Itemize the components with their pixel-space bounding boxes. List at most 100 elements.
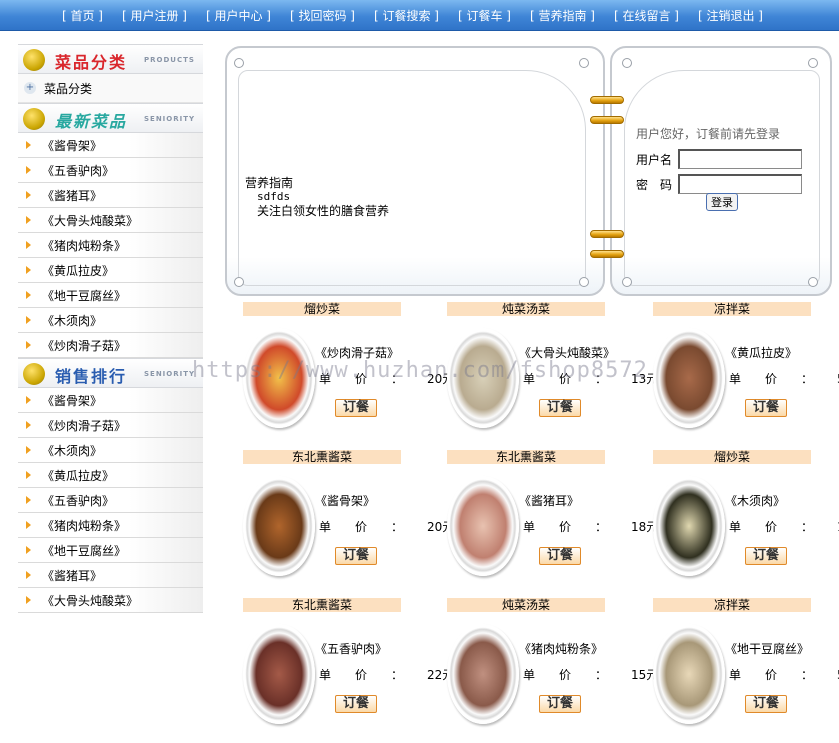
arrow-right-icon xyxy=(26,166,31,174)
nav-find-password[interactable]: [ 找回密码 ] xyxy=(290,7,355,24)
dish-name[interactable]: 《酱猪耳》 xyxy=(519,492,579,509)
sales-rank-item[interactable]: 《黄瓜拉皮》 xyxy=(18,463,203,488)
latest-dish-item[interactable]: 《猪肉炖粉条》 xyxy=(18,233,203,258)
binder-hole-icon xyxy=(234,58,244,68)
category-header-subtitle: PRODUCTS xyxy=(144,56,195,64)
binder-hole-icon xyxy=(808,277,818,287)
dish-image[interactable] xyxy=(447,624,519,724)
dish-image[interactable] xyxy=(447,476,519,576)
news-line[interactable]: 关注白领女性的膳食营养 xyxy=(245,204,389,218)
dish-price: 单价：15元 xyxy=(523,666,658,683)
latest-dish-item[interactable]: 《炒肉滑子菇》 xyxy=(18,333,203,358)
arrow-right-icon xyxy=(26,316,31,324)
dish-image[interactable] xyxy=(243,624,315,724)
sidebar-item-label: 菜品分类 xyxy=(44,81,93,96)
sales-rank-item[interactable]: 《地干豆腐丝》 xyxy=(18,538,203,563)
dish-category: 炖菜汤菜 xyxy=(447,302,605,316)
order-button[interactable]: 订餐 xyxy=(335,695,377,713)
sidebar-item-category[interactable]: + 菜品分类 xyxy=(18,74,203,103)
dish-card: 凉拌菜《黄瓜拉皮》单价：5元订餐 xyxy=(653,302,839,442)
sidebar-item-label: 《五香驴肉》 xyxy=(42,163,115,178)
order-button[interactable]: 订餐 xyxy=(745,399,787,417)
binder-hole-icon xyxy=(579,277,589,287)
latest-dish-item[interactable]: 《黄瓜拉皮》 xyxy=(18,258,203,283)
password-row: 密 码 xyxy=(636,174,802,194)
sales-rank-item[interactable]: 《酱猪耳》 xyxy=(18,563,203,588)
sales-rank-item[interactable]: 《酱骨架》 xyxy=(18,388,203,413)
order-button[interactable]: 订餐 xyxy=(539,547,581,565)
nav-nutrition-guide[interactable]: [ 营养指南 ] xyxy=(530,7,595,24)
dish-name[interactable]: 《大骨头炖酸菜》 xyxy=(519,344,615,361)
nav-guestbook[interactable]: [ 在线留言 ] xyxy=(614,7,679,24)
dish-name[interactable]: 《木须肉》 xyxy=(725,492,785,509)
sidebar-item-label: 《酱骨架》 xyxy=(42,138,103,153)
arrow-right-icon xyxy=(26,596,31,604)
order-button[interactable]: 订餐 xyxy=(539,695,581,713)
dish-card: 东北熏酱菜 《五香驴肉》 单价：22元 订餐 xyxy=(243,598,454,738)
arrow-right-icon xyxy=(26,496,31,504)
latest-list: 《酱骨架》《五香驴肉》《酱猪耳》《大骨头炖酸菜》《猪肉炖粉条》 《黄瓜拉皮》 《地干… xyxy=(18,133,203,358)
latest-dish-item[interactable]: 《地干豆腐丝》 xyxy=(18,283,203,308)
arrow-right-icon xyxy=(26,266,31,274)
dish-name[interactable]: 《炒肉滑子菇》 xyxy=(315,344,399,361)
binder-hole-icon xyxy=(234,277,244,287)
arrow-right-icon xyxy=(26,341,31,349)
sales-header-subtitle: SENIORITY xyxy=(144,370,196,378)
price-label: 单价： xyxy=(729,668,838,682)
dish-name[interactable]: 《酱骨架》 xyxy=(315,492,375,509)
dish-name[interactable]: 《黄瓜拉皮》 xyxy=(725,344,797,361)
dish-image[interactable] xyxy=(653,476,725,576)
dish-name[interactable]: 《五香驴肉》 xyxy=(315,640,387,657)
news-title[interactable]: 营养指南 xyxy=(245,176,389,190)
price-label: 单价： xyxy=(319,668,428,682)
news-line[interactable]: sdfds xyxy=(245,190,389,204)
username-field[interactable] xyxy=(678,149,802,169)
nav-order-search[interactable]: [ 订餐搜索 ] xyxy=(374,7,439,24)
order-button[interactable]: 订餐 xyxy=(335,399,377,417)
password-field[interactable] xyxy=(678,174,802,194)
dish-image[interactable] xyxy=(653,624,725,724)
latest-dish-item[interactable]: 《木须肉》 xyxy=(18,308,203,333)
nav-user-center[interactable]: [ 用户中心 ] xyxy=(206,7,271,24)
sales-rank-item[interactable]: 《木须肉》 xyxy=(18,438,203,463)
latest-badge-icon xyxy=(23,108,45,130)
price-label: 单价： xyxy=(523,668,632,682)
latest-dish-item[interactable]: 《酱骨架》 xyxy=(18,133,203,158)
order-button[interactable]: 订餐 xyxy=(539,399,581,417)
arrow-right-icon xyxy=(26,241,31,249)
dish-name[interactable]: 《猪肉炖粉条》 xyxy=(519,640,603,657)
latest-dish-item[interactable]: 《酱猪耳》 xyxy=(18,183,203,208)
price-label: 单价： xyxy=(523,372,632,386)
order-button[interactable]: 订餐 xyxy=(745,695,787,713)
price-label: 单价： xyxy=(319,520,428,534)
dish-price: 单价：13元 xyxy=(523,370,658,387)
nav-order-cart[interactable]: [ 订餐车 ] xyxy=(458,7,511,24)
dish-name[interactable]: 《地干豆腐丝》 xyxy=(725,640,809,657)
dish-image[interactable] xyxy=(447,328,519,428)
nav-logout[interactable]: [ 注销退出 ] xyxy=(698,7,763,24)
sales-rank-item[interactable]: 《炒肉滑子菇》 xyxy=(18,413,203,438)
nav-register[interactable]: [ 用户注册 ] xyxy=(122,7,187,24)
arrow-right-icon xyxy=(26,141,31,149)
sidebar-item-label: 《炒肉滑子菇》 xyxy=(42,418,127,433)
dish-image[interactable] xyxy=(243,476,315,576)
sales-rank-item[interactable]: 《五香驴肉》 xyxy=(18,488,203,513)
latest-dish-item[interactable]: 《大骨头炖酸菜》 xyxy=(18,208,203,233)
binder-hole-icon xyxy=(808,58,818,68)
binder-ring-icon xyxy=(590,116,624,124)
nav-home[interactable]: [ 首页 ] xyxy=(62,7,103,24)
login-button[interactable]: 登录 xyxy=(706,193,738,211)
latest-dish-item[interactable]: 《五香驴肉》 xyxy=(18,158,203,183)
sales-rank-item[interactable]: 《猪肉炖粉条》 xyxy=(18,513,203,538)
sidebar-item-label: 《黄瓜拉皮》 xyxy=(42,468,115,483)
login-tip: 用户您好，订餐前请先登录 xyxy=(636,127,781,141)
arrow-right-icon xyxy=(26,571,31,579)
sidebar-item-label: 《木须肉》 xyxy=(42,443,103,458)
dish-image[interactable] xyxy=(653,328,725,428)
dish-image[interactable] xyxy=(243,328,315,428)
order-button[interactable]: 订餐 xyxy=(745,547,787,565)
sidebar-item-label: 《大骨头炖酸菜》 xyxy=(42,213,139,228)
sales-rank-item[interactable]: 《大骨头炖酸菜》 xyxy=(18,588,203,613)
order-button[interactable]: 订餐 xyxy=(335,547,377,565)
sales-list: 《酱骨架》《炒肉滑子菇》 《木须肉》《黄瓜拉皮》《五香驴肉》 《猪肉炖粉条》 《地干豆… xyxy=(18,388,203,613)
